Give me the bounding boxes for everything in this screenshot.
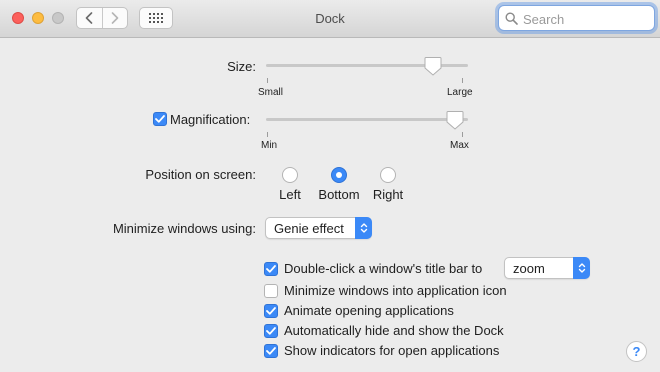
position-right-label: Right xyxy=(372,187,404,202)
help-button[interactable]: ? xyxy=(626,341,647,362)
checkmark-icon xyxy=(266,347,276,355)
magnification-max-label: Max xyxy=(450,140,469,151)
double-click-action-popup[interactable]: zoom xyxy=(504,257,590,279)
auto-hide-dock-checkbox[interactable] xyxy=(264,324,278,338)
search-input[interactable] xyxy=(521,9,653,29)
magnification-label: Magnification: xyxy=(170,112,251,127)
minimize-effect-value: Genie effect xyxy=(274,221,344,236)
minimize-into-icon-checkbox[interactable] xyxy=(264,284,278,298)
position-right-radio[interactable] xyxy=(380,167,396,183)
magnification-tick-min xyxy=(267,132,268,137)
search-field[interactable] xyxy=(498,5,655,31)
magnification-slider[interactable] xyxy=(266,110,468,130)
checkmark-icon xyxy=(266,307,276,315)
size-min-label: Small xyxy=(258,87,284,98)
double-click-title-bar-label: Double-click a window's title bar to xyxy=(284,261,483,276)
size-max-label: Large xyxy=(447,87,473,98)
size-slider[interactable] xyxy=(266,56,468,76)
magnification-slider-track xyxy=(266,118,468,121)
position-bottom-label: Bottom xyxy=(318,187,360,202)
size-slider-thumb[interactable] xyxy=(424,56,442,76)
double-click-action-value: zoom xyxy=(513,261,545,276)
search-icon xyxy=(505,12,518,25)
magnification-slider-thumb[interactable] xyxy=(446,110,464,130)
magnification-min-label: Min xyxy=(261,140,278,151)
minimize-into-icon-label: Minimize windows into application icon xyxy=(284,283,507,298)
animate-opening-checkbox[interactable] xyxy=(264,304,278,318)
double-click-title-bar-checkbox[interactable] xyxy=(264,262,278,276)
size-tick-min xyxy=(267,78,268,83)
size-tick-max xyxy=(462,78,463,83)
position-label: Position on screen: xyxy=(145,167,256,182)
minimize-effect-label: Minimize windows using: xyxy=(112,221,256,236)
checkmark-icon xyxy=(266,327,276,335)
position-left-label: Left xyxy=(279,187,301,202)
position-bottom-radio[interactable] xyxy=(331,167,347,183)
checkmark-icon xyxy=(266,265,276,273)
animate-opening-label: Animate opening applications xyxy=(284,303,454,318)
minimize-effect-popup[interactable]: Genie effect xyxy=(265,217,372,239)
position-left-radio[interactable] xyxy=(282,167,298,183)
updown-chevron-icon xyxy=(355,217,372,239)
show-indicators-checkbox[interactable] xyxy=(264,344,278,358)
auto-hide-dock-label: Automatically hide and show the Dock xyxy=(284,323,504,338)
title-bar: Dock xyxy=(0,0,660,38)
show-indicators-label: Show indicators for open applications xyxy=(284,343,500,358)
size-label: Size: xyxy=(227,59,256,74)
checkmark-icon xyxy=(155,115,165,123)
magnification-tick-max xyxy=(462,132,463,137)
magnification-checkbox[interactable] xyxy=(153,112,167,126)
updown-chevron-icon xyxy=(573,257,590,279)
